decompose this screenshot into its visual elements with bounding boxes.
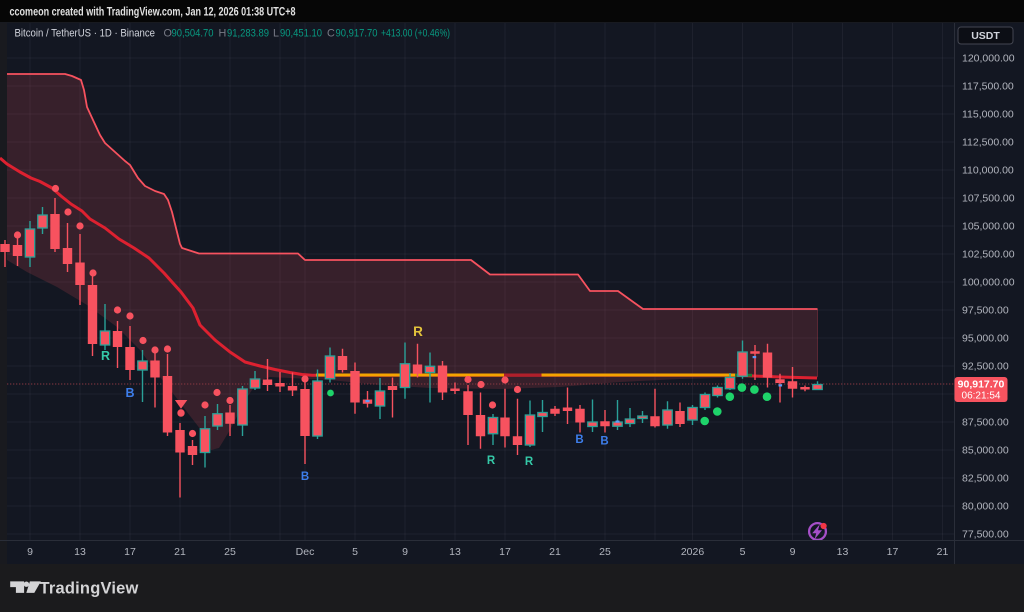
svg-text:TradingView: TradingView [40,580,139,598]
svg-text:R: R [487,455,496,467]
svg-text:06:21:54: 06:21:54 [962,391,1001,402]
svg-text:91,283.89: 91,283.89 [227,28,269,40]
svg-text:B: B [600,436,608,448]
svg-text:21: 21 [174,546,186,558]
svg-text:L: L [273,28,279,40]
svg-text:115,000.00: 115,000.00 [962,109,1014,121]
svg-text:Dec: Dec [296,546,315,558]
svg-text:17: 17 [124,546,136,558]
svg-text:102,500.00: 102,500.00 [962,249,1015,261]
svg-text:2026: 2026 [681,546,705,558]
svg-text:5: 5 [352,546,358,558]
svg-text:117,500.00: 117,500.00 [962,81,1014,93]
svg-text:100,000.00: 100,000.00 [962,277,1015,289]
svg-text:9: 9 [402,546,408,558]
svg-text:90,504.70: 90,504.70 [172,28,214,40]
svg-text:25: 25 [224,546,236,558]
svg-text:77,500.00: 77,500.00 [962,529,1009,541]
svg-text:21: 21 [549,546,561,558]
svg-text:B: B [125,386,134,400]
svg-text:80,000.00: 80,000.00 [962,501,1009,513]
svg-text:107,500.00: 107,500.00 [962,193,1015,205]
svg-text:85,000.00: 85,000.00 [962,445,1009,457]
svg-text:C: C [327,28,335,40]
svg-text:90,917.70: 90,917.70 [958,379,1005,391]
svg-text:R: R [413,324,423,339]
svg-text:R: R [101,349,110,363]
svg-text:21: 21 [937,546,949,558]
svg-text:B: B [301,471,309,483]
svg-text:105,000.00: 105,000.00 [962,221,1015,233]
svg-text:90,451.10: 90,451.10 [280,28,322,40]
svg-text:9: 9 [790,546,796,558]
svg-text:17: 17 [887,546,899,558]
svg-text:112,500.00: 112,500.00 [962,137,1014,149]
svg-text:H: H [219,28,227,40]
svg-text:ccomeon created with TradingVi: ccomeon created with TradingView.com, Ja… [10,6,296,19]
svg-text:82,500.00: 82,500.00 [962,473,1009,485]
svg-text:5: 5 [740,546,746,558]
svg-text:92,500.00: 92,500.00 [962,361,1009,373]
svg-text:USDT: USDT [971,30,1000,42]
svg-text:110,000.00: 110,000.00 [962,165,1014,177]
svg-text:97,500.00: 97,500.00 [962,305,1009,317]
svg-text:R: R [525,456,534,468]
svg-text:13: 13 [449,546,461,558]
svg-text:13: 13 [74,546,86,558]
svg-text:25: 25 [599,546,611,558]
svg-text:B: B [575,434,583,446]
svg-text:Bitcoin / TetherUS · 1D · Bina: Bitcoin / TetherUS · 1D · Binance [15,28,156,40]
svg-text:90,917.70: 90,917.70 [336,28,378,40]
svg-text:9: 9 [27,546,33,558]
svg-text:17: 17 [499,546,511,558]
svg-text:87,500.00: 87,500.00 [962,417,1009,429]
svg-text:13: 13 [837,546,849,558]
svg-text:120,000.00: 120,000.00 [962,53,1015,65]
svg-text:95,000.00: 95,000.00 [962,333,1009,345]
svg-text:+413.00 (+0.46%): +413.00 (+0.46%) [381,28,450,40]
